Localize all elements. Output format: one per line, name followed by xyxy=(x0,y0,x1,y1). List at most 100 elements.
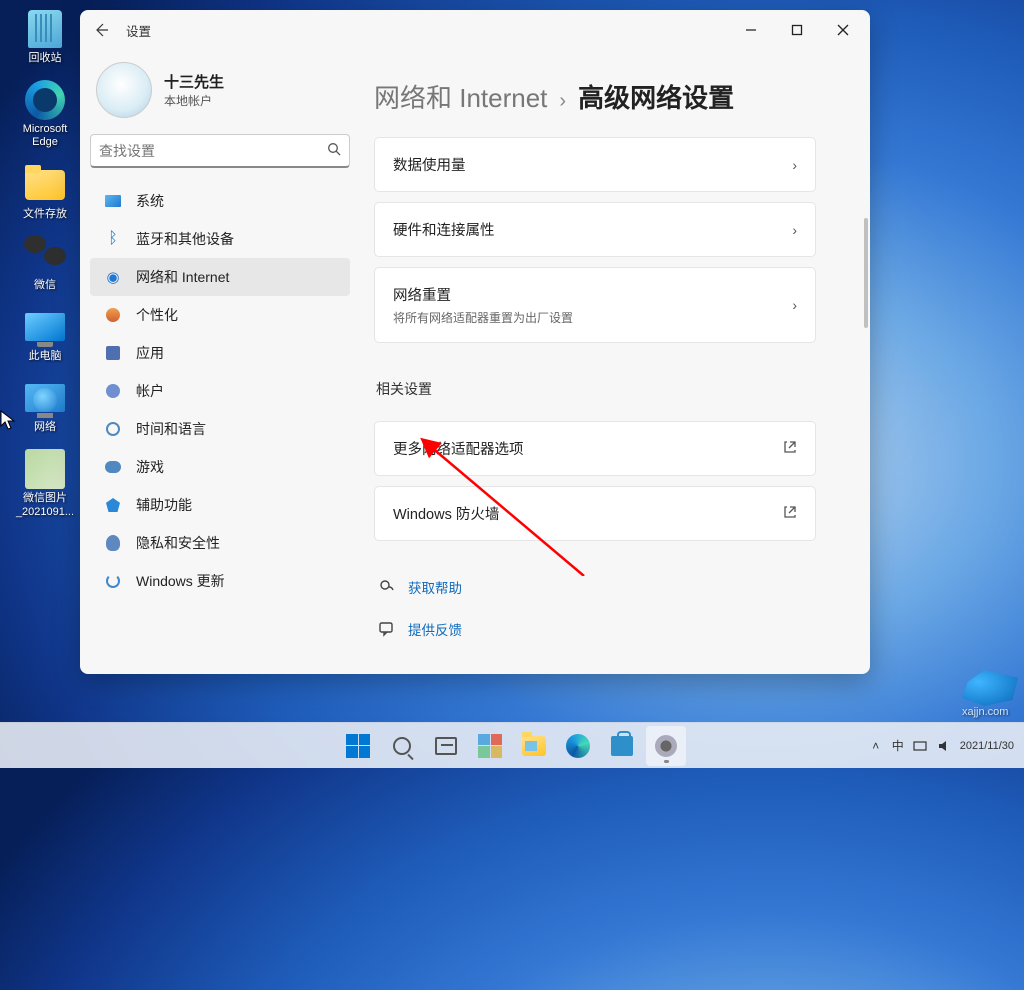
desktop-this-pc[interactable]: 此电脑 xyxy=(10,306,80,363)
page-title: 高级网络设置 xyxy=(578,78,734,115)
desktop-network[interactable]: 网络 xyxy=(10,377,80,434)
windows-logo-icon xyxy=(346,734,370,758)
feedback-icon xyxy=(378,620,396,638)
edge-icon xyxy=(25,80,65,120)
sidebar-item-accessibility[interactable]: 辅助功能 xyxy=(90,486,350,524)
tray-volume-icon[interactable] xyxy=(936,738,952,754)
sidebar-item-accounts[interactable]: 帐户 xyxy=(90,372,350,410)
widgets[interactable] xyxy=(470,726,510,766)
card-title: 硬件和连接属性 xyxy=(393,219,495,240)
taskbar-edge[interactable] xyxy=(558,726,598,766)
desktop-icon-label: Microsoft Edge xyxy=(10,123,80,149)
sidebar-item-privacy[interactable]: 隐私和安全性 xyxy=(90,524,350,562)
chevron-right-icon: › xyxy=(792,157,797,173)
taskbar-search[interactable] xyxy=(382,726,422,766)
ime-indicator[interactable]: 中 xyxy=(892,737,904,754)
sidebar-item-label: 网络和 Internet xyxy=(136,267,229,287)
desktop-icon-label: 此电脑 xyxy=(10,350,80,363)
external-link-icon xyxy=(783,505,797,522)
sidebar-item-time-language[interactable]: 时间和语言 xyxy=(90,410,350,448)
desktop-image-file[interactable]: 微信图片_2021091... xyxy=(10,448,80,518)
settings-content: 网络和 Internet › 高级网络设置 数据使用量 › 硬件和连接属性 › xyxy=(360,50,870,674)
sidebar-item-label: 蓝牙和其他设备 xyxy=(136,229,234,249)
wechat-icon xyxy=(24,235,66,277)
desktop-icons: 回收站 Microsoft Edge 文件存放 微信 此电脑 网络 微信图片_2… xyxy=(10,8,80,519)
user-account-type: 本地帐户 xyxy=(164,92,224,109)
person-icon xyxy=(106,384,120,398)
search-icon xyxy=(327,142,341,159)
card-data-usage[interactable]: 数据使用量 › xyxy=(374,137,816,192)
sidebar-item-label: Windows 更新 xyxy=(136,571,225,591)
system-icon xyxy=(105,195,121,207)
card-more-adapter-options[interactable]: 更多网络适配器选项 xyxy=(374,421,816,476)
back-button[interactable] xyxy=(88,16,116,44)
user-account-header[interactable]: 十三先生 本地帐户 xyxy=(90,56,350,128)
taskbar-settings[interactable] xyxy=(646,726,686,766)
edge-icon xyxy=(566,734,590,758)
settings-nav: 系统 ᛒ 蓝牙和其他设备 ◉ 网络和 Internet 个性化 应用 帐户 时间和语… xyxy=(90,182,350,600)
sidebar-item-apps[interactable]: 应用 xyxy=(90,334,350,372)
widgets-icon xyxy=(478,734,502,758)
close-button[interactable] xyxy=(820,14,866,46)
settings-window: 设置 十三先生 本地帐户 系统 ᛒ蓝牙和其他设备 ◉网络和 Int xyxy=(80,10,870,674)
desktop-edge[interactable]: Microsoft Edge xyxy=(10,79,80,149)
window-controls xyxy=(728,14,866,46)
desktop-icon-label: 回收站 xyxy=(10,52,80,65)
sidebar-item-bluetooth[interactable]: ᛒ 蓝牙和其他设备 xyxy=(90,220,350,258)
scrollbar[interactable] xyxy=(864,218,868,328)
give-feedback-link[interactable]: 提供反馈 xyxy=(374,613,816,645)
image-thumbnail-icon xyxy=(25,449,65,489)
sidebar-item-personalization[interactable]: 个性化 xyxy=(90,296,350,334)
wifi-icon: ◉ xyxy=(106,268,119,286)
search-icon xyxy=(393,737,411,755)
tray-network-icon[interactable] xyxy=(912,738,928,754)
desktop-wechat[interactable]: 微信 xyxy=(10,235,80,292)
this-pc-icon xyxy=(25,313,65,341)
start-button[interactable] xyxy=(338,726,378,766)
watermark: xajjn.com xyxy=(962,666,1018,718)
link-label: 提供反馈 xyxy=(408,619,462,639)
chevron-right-icon: › xyxy=(559,90,566,113)
bluetooth-icon: ᛒ xyxy=(108,230,118,248)
accessibility-icon xyxy=(106,498,120,512)
search-input[interactable] xyxy=(99,143,327,159)
card-title: 更多网络适配器选项 xyxy=(393,438,524,459)
sidebar-item-label: 时间和语言 xyxy=(136,419,206,439)
link-label: 获取帮助 xyxy=(408,577,462,597)
card-windows-firewall[interactable]: Windows 防火墙 xyxy=(374,486,816,541)
desktop-icon-label: 网络 xyxy=(10,421,80,434)
tray-clock[interactable]: 2021/11/30 xyxy=(960,740,1014,752)
minimize-button[interactable] xyxy=(728,14,774,46)
breadcrumb-parent[interactable]: 网络和 Internet xyxy=(374,78,547,115)
sidebar-item-label: 隐私和安全性 xyxy=(136,533,220,553)
desktop-recycle-bin[interactable]: 回收站 xyxy=(10,8,80,65)
clock-icon xyxy=(106,422,120,436)
gamepad-icon xyxy=(105,461,121,473)
task-view[interactable] xyxy=(426,726,466,766)
card-title: 数据使用量 xyxy=(393,154,466,175)
sidebar-item-label: 个性化 xyxy=(136,305,178,325)
sidebar-item-gaming[interactable]: 游戏 xyxy=(90,448,350,486)
external-link-icon xyxy=(783,440,797,457)
sidebar-item-windows-update[interactable]: Windows 更新 xyxy=(90,562,350,600)
section-heading-related: 相关设置 xyxy=(376,379,816,399)
card-hardware-properties[interactable]: 硬件和连接属性 › xyxy=(374,202,816,257)
search-settings[interactable] xyxy=(90,134,350,168)
network-icon xyxy=(25,384,65,412)
get-help-link[interactable]: 获取帮助 xyxy=(374,571,816,603)
desktop-folder[interactable]: 文件存放 xyxy=(10,164,80,221)
system-tray: ˄ 中 2021/11/30 xyxy=(868,737,1014,754)
breadcrumb: 网络和 Internet › 高级网络设置 xyxy=(374,78,856,115)
task-view-icon xyxy=(435,737,457,755)
taskbar-explorer[interactable] xyxy=(514,726,554,766)
gear-icon xyxy=(655,735,677,757)
folder-icon xyxy=(25,170,65,200)
taskbar-store[interactable] xyxy=(602,726,642,766)
tray-chevron-up-icon[interactable]: ˄ xyxy=(868,738,884,754)
window-title: 设置 xyxy=(126,21,151,40)
sidebar-item-network[interactable]: ◉ 网络和 Internet xyxy=(90,258,350,296)
sidebar-item-system[interactable]: 系统 xyxy=(90,182,350,220)
maximize-button[interactable] xyxy=(774,14,820,46)
card-network-reset[interactable]: 网络重置 将所有网络适配器重置为出厂设置 › xyxy=(374,267,816,343)
settings-sidebar: 十三先生 本地帐户 系统 ᛒ 蓝牙和其他设备 ◉ 网络和 Internet 个性化 … xyxy=(80,50,360,674)
